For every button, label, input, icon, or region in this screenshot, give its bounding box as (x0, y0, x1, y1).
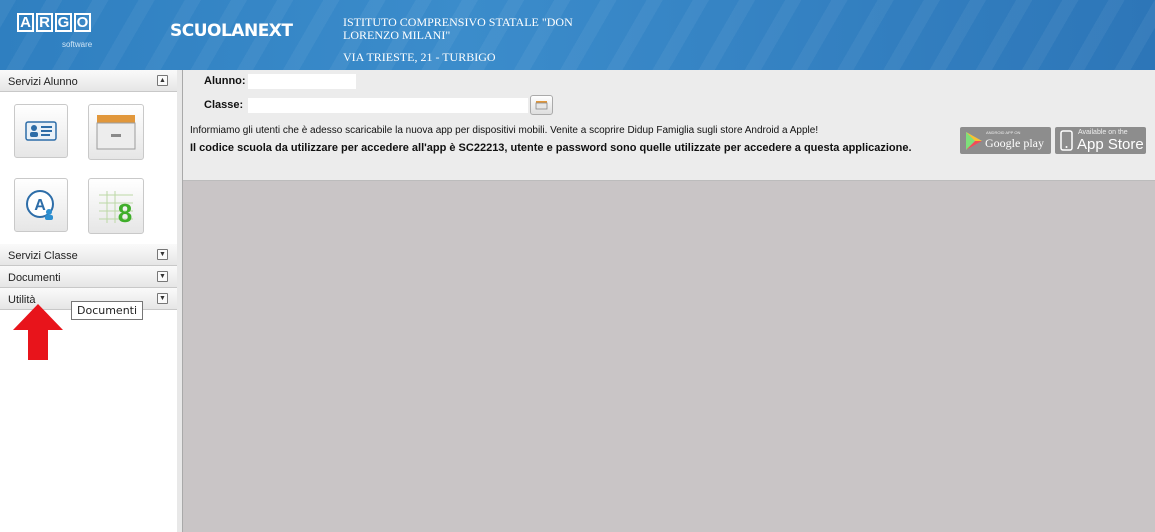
app-store-label: App Store (1077, 136, 1144, 153)
collapse-icon[interactable]: ▲ (157, 75, 168, 86)
app-store-badge[interactable]: Available on the App Store (1055, 127, 1146, 154)
argo-logo: A R G O (17, 13, 93, 32)
tile-orario[interactable]: 8 (88, 178, 144, 234)
google-play-badge[interactable]: ANDROID APP ON Google play (960, 127, 1051, 154)
panel-label: Servizi Classe (8, 250, 78, 262)
expand-icon[interactable]: ▼ (157, 249, 168, 260)
archive-icon (96, 115, 136, 150)
a-user-icon: A (26, 190, 54, 220)
tile-anagrafe[interactable] (14, 104, 68, 158)
alunno-field[interactable] (248, 74, 356, 89)
main-area: Alunno: Classe: Informiamo gli utenti ch… (183, 70, 1155, 532)
panel-servizi-alunno[interactable]: Servizi Alunno ▲ (0, 70, 177, 92)
panel-documenti[interactable]: Documenti ▼ (0, 266, 177, 288)
expand-icon[interactable]: ▼ (157, 293, 168, 304)
panel-servizi-classe[interactable]: Servizi Classe ▼ (0, 244, 177, 266)
app-name: SCUOLANEXT (170, 21, 293, 41)
phone-icon (1060, 130, 1073, 151)
alunno-label: Alunno: (204, 75, 246, 87)
logo-subtitle: software (62, 40, 93, 49)
servizi-alunno-icons: A 8 (0, 92, 177, 244)
app-header: A R G O software SCUOLANEXT ISTITUTO COM… (0, 0, 1155, 70)
logo-letter: G (55, 13, 72, 32)
school-address: VIA TRIESTE, 21 - TURBIGO (343, 50, 496, 64)
app-code-notice: Il codice scuola da utilizzare per acced… (190, 142, 912, 154)
logo-letter: A (17, 13, 34, 32)
app-notice-line: Informiamo gli utenti che è adesso scari… (190, 125, 819, 136)
tile-archivio[interactable] (88, 104, 144, 160)
student-card-icon (25, 121, 57, 141)
classe-label: Classe: (204, 99, 244, 111)
svg-text:A: A (34, 197, 46, 214)
panel-label: Servizi Alunno (8, 76, 78, 88)
app-store-small: Available on the (1078, 129, 1128, 136)
google-play-small: ANDROID APP ON (986, 130, 1021, 135)
select-class-button[interactable] (530, 95, 553, 115)
school-name: ISTITUTO COMPRENSIVO STATALE "DON LORENZ… (343, 15, 573, 42)
classe-field[interactable] (248, 98, 528, 113)
student-info-panel: Alunno: Classe: Informiamo gli utenti ch… (183, 70, 1155, 181)
google-play-label: Google play (985, 136, 1044, 150)
panel-label: Documenti (8, 272, 61, 284)
svg-text:8: 8 (118, 198, 132, 228)
tile-assenze[interactable]: A (14, 178, 68, 232)
play-icon (966, 132, 982, 150)
logo-letter: R (36, 13, 53, 32)
drawer-icon (535, 101, 548, 110)
logo-letter: O (74, 13, 91, 32)
calendar-8-icon: 8 (99, 191, 133, 228)
documenti-tooltip: Documenti (71, 301, 144, 320)
expand-icon[interactable]: ▼ (157, 271, 168, 282)
red-arrow-annotation (13, 304, 63, 360)
